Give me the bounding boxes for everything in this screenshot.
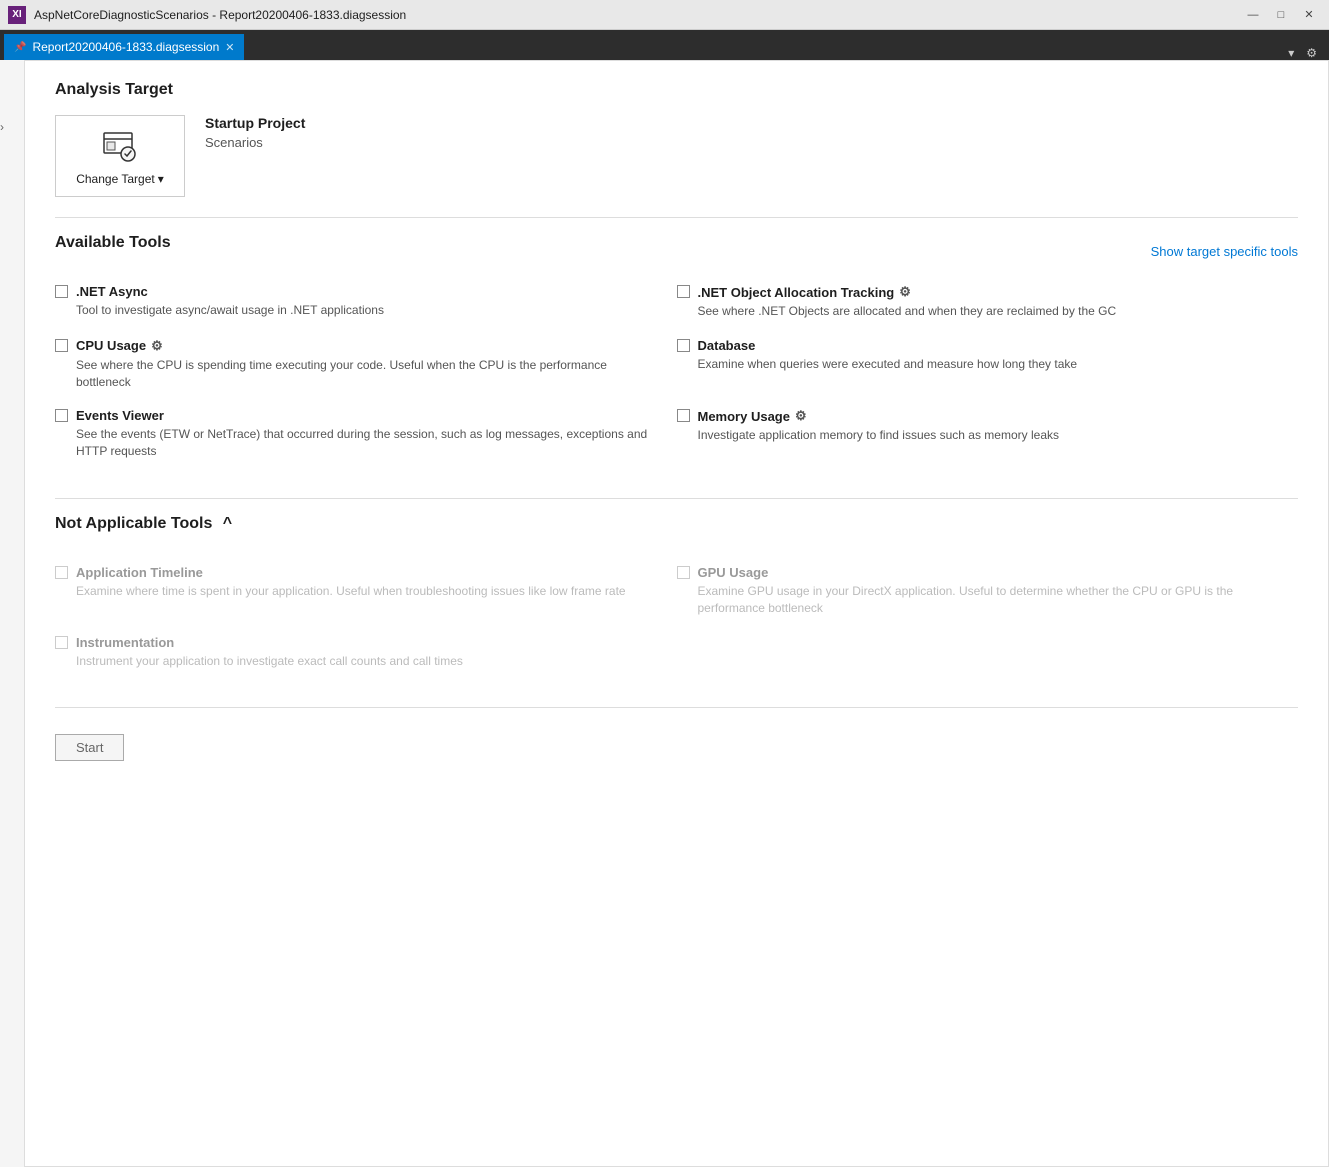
- minimize-button[interactable]: —: [1241, 4, 1265, 26]
- tool-checkbox-instrumentation: [55, 636, 68, 649]
- tool-item-net-async: .NET Async Tool to investigate async/awa…: [55, 284, 677, 320]
- tab-label: Report20200406-1833.diagsession: [32, 40, 219, 54]
- vs-logo: XI: [8, 6, 26, 24]
- start-button[interactable]: Start: [55, 734, 124, 761]
- separator-1: [55, 217, 1298, 218]
- tool-info-database: Database Examine when queries were execu…: [698, 338, 1078, 373]
- tab-bar-right: ▾ ⚙: [1284, 46, 1325, 60]
- analysis-target-title: Analysis Target: [55, 81, 1298, 99]
- start-section: Start: [55, 724, 1298, 761]
- tool-info-gpu-usage: GPU Usage Examine GPU usage in your Dire…: [698, 565, 1279, 617]
- tab-settings-icon[interactable]: ⚙: [1302, 46, 1321, 60]
- available-tools-grid: .NET Async Tool to investigate async/awa…: [55, 284, 1298, 478]
- tool-name-events-viewer: Events Viewer: [76, 408, 657, 423]
- tool-item-net-object: .NET Object Allocation Tracking ⚙ See wh…: [677, 284, 1299, 320]
- tool-desc-gpu-usage: Examine GPU usage in your DirectX applic…: [698, 583, 1279, 617]
- startup-info: Change Target ▾ Startup Project Scenario…: [55, 115, 1298, 197]
- title-bar: XI AspNetCoreDiagnosticScenarios - Repor…: [0, 0, 1329, 30]
- tool-info-cpu-usage: CPU Usage ⚙ See where the CPU is spendin…: [76, 338, 657, 391]
- tool-checkbox-app-timeline: [55, 566, 68, 579]
- sidebar-arrow-icon: ›: [0, 120, 4, 134]
- tool-name-app-timeline: Application Timeline: [76, 565, 626, 580]
- tool-desc-database: Examine when queries were executed and m…: [698, 356, 1078, 373]
- tool-desc-memory-usage: Investigate application memory to find i…: [698, 427, 1060, 444]
- tool-desc-cpu-usage: See where the CPU is spending time execu…: [76, 357, 657, 391]
- close-button[interactable]: ✕: [1297, 4, 1321, 26]
- tool-info-net-async: .NET Async Tool to investigate async/awa…: [76, 284, 384, 319]
- tool-desc-app-timeline: Examine where time is spent in your appl…: [76, 583, 626, 600]
- tools-header: Available Tools Show target specific too…: [55, 234, 1298, 268]
- tool-checkbox-net-object[interactable]: [677, 285, 690, 298]
- tool-item-database: Database Examine when queries were execu…: [677, 338, 1299, 391]
- tab-dropdown-icon[interactable]: ▾: [1284, 46, 1298, 60]
- tool-checkbox-cpu-usage[interactable]: [55, 339, 68, 352]
- tool-item-cpu-usage: CPU Usage ⚙ See where the CPU is spendin…: [55, 338, 677, 391]
- maximize-button[interactable]: □: [1269, 4, 1293, 26]
- active-tab[interactable]: 📌 Report20200406-1833.diagsession ✕: [4, 34, 244, 60]
- startup-value: Scenarios: [205, 135, 305, 150]
- dropdown-arrow-icon: ▾: [158, 172, 164, 186]
- tool-desc-net-object: See where .NET Objects are allocated and…: [698, 303, 1117, 320]
- not-applicable-caret[interactable]: ^: [223, 515, 232, 532]
- not-applicable-section: Not Applicable Tools ^ Application Timel…: [55, 515, 1298, 687]
- tool-name-net-object: .NET Object Allocation Tracking ⚙: [698, 284, 1117, 300]
- gear-icon-net-object[interactable]: ⚙: [899, 284, 911, 300]
- separator-2: [55, 498, 1298, 499]
- content-panel: Analysis Target Change T: [24, 60, 1329, 1167]
- tab-close-icon[interactable]: ✕: [225, 41, 234, 54]
- tool-info-net-object: .NET Object Allocation Tracking ⚙ See wh…: [698, 284, 1117, 320]
- not-applicable-tools-grid: Application Timeline Examine where time …: [55, 565, 1298, 687]
- available-tools-title: Available Tools: [55, 234, 171, 252]
- analysis-target-section: Analysis Target Change T: [55, 81, 1298, 197]
- tool-item-events-viewer: Events Viewer See the events (ETW or Net…: [55, 408, 677, 460]
- startup-label: Startup Project: [205, 115, 305, 131]
- tool-item-memory-usage: Memory Usage ⚙ Investigate application m…: [677, 408, 1299, 460]
- tool-checkbox-net-async[interactable]: [55, 285, 68, 298]
- tab-bar-left: 📌 Report20200406-1833.diagsession ✕: [4, 34, 244, 60]
- title-bar-controls: — □ ✕: [1241, 4, 1321, 26]
- sidebar-toggle[interactable]: ›: [0, 60, 24, 1167]
- tool-checkbox-gpu-usage: [677, 566, 690, 579]
- tool-item-app-timeline: Application Timeline Examine where time …: [55, 565, 677, 617]
- tool-name-net-async: .NET Async: [76, 284, 384, 299]
- separator-3: [55, 707, 1298, 708]
- tool-checkbox-database[interactable]: [677, 339, 690, 352]
- tool-name-database: Database: [698, 338, 1078, 353]
- tool-checkbox-memory-usage[interactable]: [677, 409, 690, 422]
- tool-info-memory-usage: Memory Usage ⚙ Investigate application m…: [698, 408, 1060, 444]
- window-title: AspNetCoreDiagnosticScenarios - Report20…: [34, 8, 406, 22]
- tab-bar: 📌 Report20200406-1833.diagsession ✕ ▾ ⚙: [0, 30, 1329, 60]
- title-bar-left: XI AspNetCoreDiagnosticScenarios - Repor…: [8, 6, 406, 24]
- startup-details: Startup Project Scenarios: [205, 115, 305, 150]
- tool-info-app-timeline: Application Timeline Examine where time …: [76, 565, 626, 600]
- available-tools-section: Available Tools Show target specific too…: [55, 234, 1298, 478]
- tool-desc-events-viewer: See the events (ETW or NetTrace) that oc…: [76, 426, 657, 460]
- show-target-link[interactable]: Show target specific tools: [1151, 244, 1298, 259]
- tool-info-instrumentation: Instrumentation Instrument your applicat…: [76, 635, 463, 670]
- not-applicable-title: Not Applicable Tools ^: [55, 515, 232, 533]
- tool-item-instrumentation: Instrumentation Instrument your applicat…: [55, 635, 677, 670]
- not-applicable-header: Not Applicable Tools ^: [55, 515, 1298, 549]
- tool-name-memory-usage: Memory Usage ⚙: [698, 408, 1060, 424]
- target-icon: [100, 126, 140, 166]
- tool-item-gpu-usage: GPU Usage Examine GPU usage in your Dire…: [677, 565, 1299, 617]
- change-target-label: Change Target ▾: [76, 172, 164, 186]
- main-content: › Analysis Target: [0, 60, 1329, 1167]
- gear-icon-cpu-usage[interactable]: ⚙: [151, 338, 163, 354]
- tool-name-gpu-usage: GPU Usage: [698, 565, 1279, 580]
- tool-info-events-viewer: Events Viewer See the events (ETW or Net…: [76, 408, 657, 460]
- tool-name-cpu-usage: CPU Usage ⚙: [76, 338, 657, 354]
- gear-icon-memory-usage[interactable]: ⚙: [795, 408, 807, 424]
- tool-desc-instrumentation: Instrument your application to investiga…: [76, 653, 463, 670]
- tool-desc-net-async: Tool to investigate async/await usage in…: [76, 302, 384, 319]
- tool-checkbox-events-viewer[interactable]: [55, 409, 68, 422]
- tool-name-instrumentation: Instrumentation: [76, 635, 463, 650]
- pin-icon: 📌: [14, 42, 26, 53]
- change-target-box[interactable]: Change Target ▾: [55, 115, 185, 197]
